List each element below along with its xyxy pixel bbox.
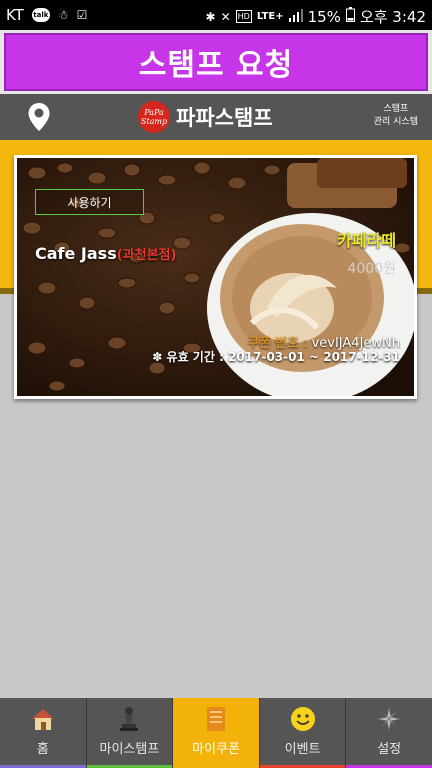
home-icon: [29, 706, 57, 732]
brand-name: 파파스탬프: [176, 106, 273, 130]
system-label-line1: 스탬프: [383, 104, 409, 114]
nav-item-mycoupon[interactable]: 마이쿠폰: [173, 698, 260, 768]
nav-label: 이벤트: [284, 742, 321, 757]
validity-label: 유효 기간 :: [166, 350, 224, 364]
title-bar: 스탬프 요청: [0, 30, 432, 94]
page-title: 스탬프 요청: [138, 48, 294, 83]
battery-percent: 15%: [307, 7, 341, 26]
notification-icon: ☃: [57, 8, 69, 22]
use-coupon-button[interactable]: 사용하기: [35, 189, 144, 215]
store-name: Cafe Jass: [35, 244, 117, 263]
mute-icon: ✕: [220, 9, 231, 24]
store-name-block: Cafe Jass(과천본점): [35, 244, 176, 263]
smiley-icon: [289, 706, 317, 732]
logo-text-line2: Stamp: [140, 117, 168, 126]
validity-value: 2017-03-01 ~ 2017-12-31: [228, 350, 400, 364]
clock: 오후 3:42: [359, 8, 426, 26]
coupon-background-image: 사용하기 Cafe Jass(과천본점) 카페라떼 4000원 쿠폰 번호 : …: [17, 158, 414, 396]
coupon-card[interactable]: 사용하기 Cafe Jass(과천본점) 카페라떼 4000원 쿠폰 번호 : …: [14, 155, 417, 399]
menu-name: 카페라떼: [337, 231, 396, 250]
validity-period: ✽ 유효 기간 : 2017-03-01 ~ 2017-12-31: [152, 348, 400, 365]
flower-icon: ✽: [152, 350, 163, 364]
bottom-nav: 홈 마이스탬프 마이쿠폰 이벤트 설정: [0, 698, 432, 768]
logo-text-line1: PaPa: [144, 108, 164, 117]
checkbox-notification-icon: ☑: [76, 8, 88, 22]
star-compass-icon: [375, 706, 403, 732]
kakaotalk-icon: talk: [31, 8, 50, 22]
title-banner: 스탬프 요청: [4, 33, 428, 91]
brand: PaPa Stamp 파파스탬프: [138, 101, 273, 133]
status-bar: KT talk ☃ ☑ ✱ ✕ HD LTE+ 15% 오후 3:42: [0, 0, 432, 30]
nav-label: 마이스탬프: [99, 742, 160, 757]
location-pin-icon[interactable]: [27, 102, 51, 136]
nav-item-home[interactable]: 홈: [0, 698, 87, 768]
store-branch: (과천본점): [116, 248, 177, 263]
hd-voice-icon: HD: [235, 10, 252, 23]
app-header: PaPa Stamp 파파스탬프 스탬프 관리 시스템: [0, 94, 432, 140]
nav-item-mystamp[interactable]: 마이스탬프: [86, 698, 174, 768]
nav-item-event[interactable]: 이벤트: [259, 698, 347, 768]
battery-icon: [345, 7, 355, 26]
papa-stamp-logo: PaPa Stamp: [138, 101, 170, 133]
menu-price: 4000원: [347, 261, 396, 277]
system-label-line2: 관리 시스템: [373, 117, 418, 127]
nav-item-settings[interactable]: 설정: [346, 698, 432, 768]
bluetooth-icon: ✱: [205, 9, 216, 24]
chess-pawn-icon: [115, 706, 143, 732]
nav-label: 홈: [36, 742, 49, 757]
notebook-icon: [202, 706, 230, 732]
nav-label: 설정: [377, 742, 402, 757]
carrier-label: KT: [6, 6, 24, 24]
system-label: 스탬프 관리 시스템: [374, 103, 418, 129]
signal-icon: [288, 8, 303, 26]
lte-icon: LTE+: [256, 11, 284, 22]
nav-label: 마이쿠폰: [192, 742, 240, 757]
